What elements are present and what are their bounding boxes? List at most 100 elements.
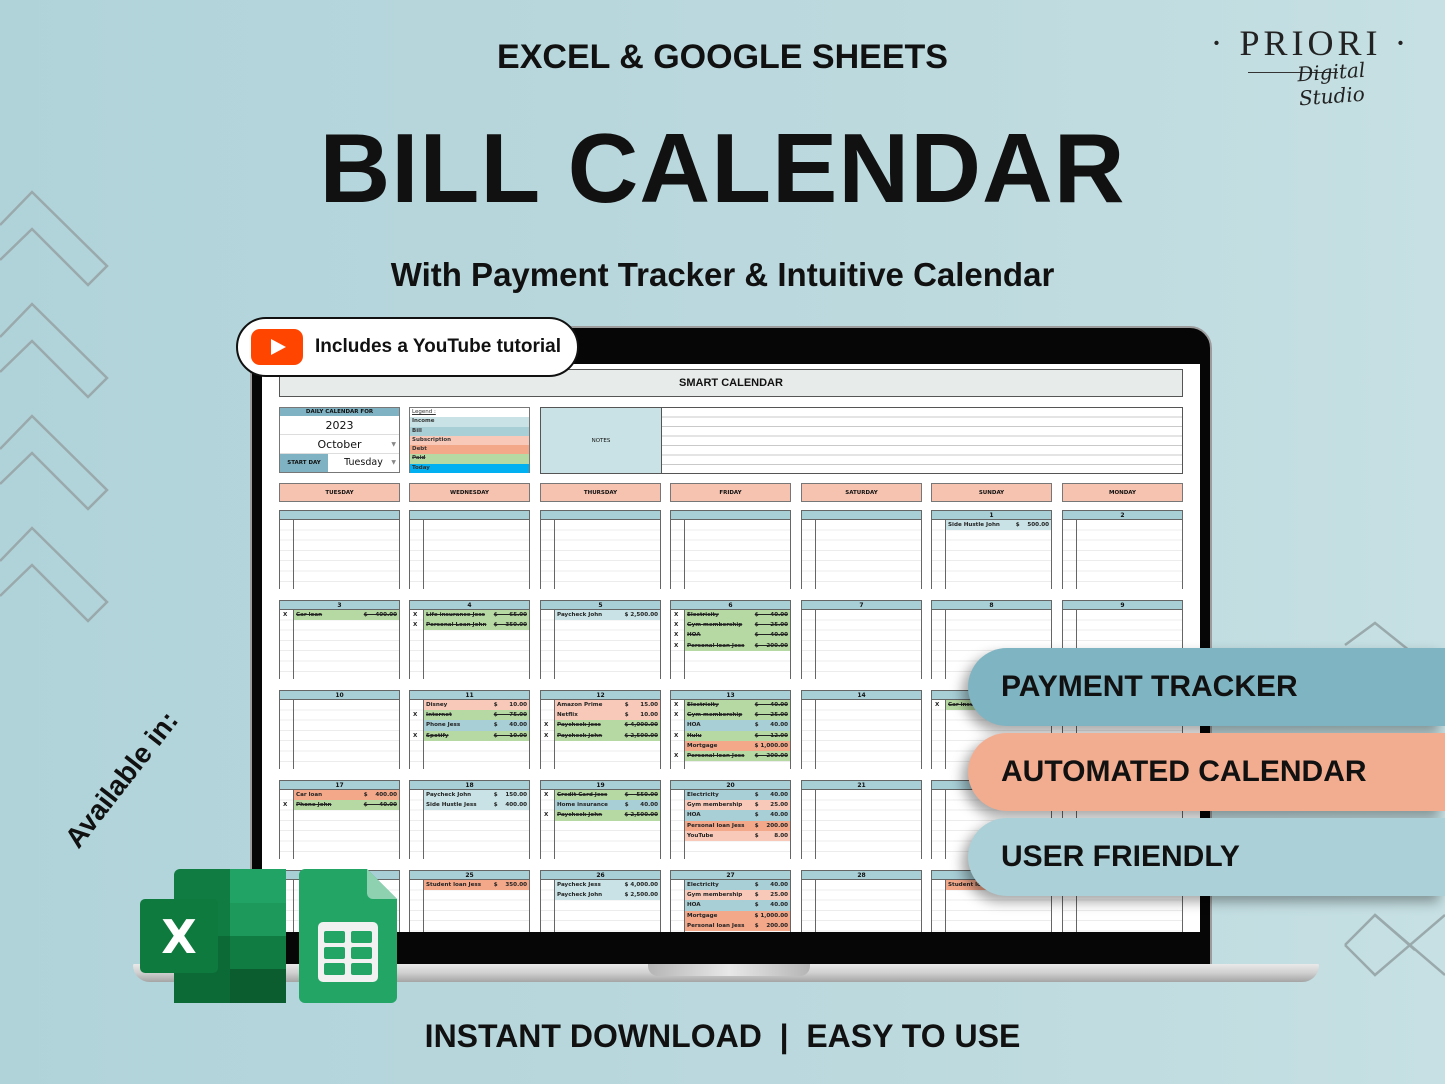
bill-entry[interactable]: Gym membership $ 25.00: [685, 890, 790, 901]
calendar-day-cell[interactable]: 11 Disney $ 10.00 X Internet $ 75.00 Phone Jes…: [409, 690, 530, 769]
bill-entry[interactable]: Disney $ 10.00: [424, 700, 529, 711]
paid-check-column[interactable]: [1063, 520, 1077, 589]
paid-check-column[interactable]: [932, 610, 946, 679]
bill-entry[interactable]: X Personal loan Jess $ 200.00: [674, 750, 790, 762]
paid-check-column[interactable]: [671, 880, 685, 932]
calendar-day-cell[interactable]: 17 Car loan $ 400.00 X Phone John $ 40.00: [279, 780, 400, 859]
bill-entry[interactable]: Side Hustle Jess $ 400.00: [424, 800, 529, 811]
paid-check-column[interactable]: [280, 610, 294, 679]
paid-check-column[interactable]: [410, 880, 424, 932]
calendar-day-cell[interactable]: 18 Paycheck John $ 150.00 Side Hustle Jess $…: [409, 780, 530, 859]
bill-entry[interactable]: Amazon Prime $ 15.00: [555, 700, 660, 711]
calendar-day-cell[interactable]: 27 Electricity $ 40.00 Gym membership $ 25.0…: [670, 870, 791, 932]
calendar-day-cell[interactable]: 3 X Car loan $ 400.00: [279, 600, 400, 679]
bill-entry[interactable]: Paycheck Jess $ 4,000.00: [555, 880, 660, 891]
bill-entry[interactable]: Gym membership $ 25.00: [685, 800, 790, 811]
bill-entry[interactable]: X Phone John $ 40.00: [283, 800, 399, 811]
paid-check-column[interactable]: [671, 790, 685, 859]
bill-entry[interactable]: X Gym membership $ 25.00: [674, 620, 790, 631]
calendar-day-cell[interactable]: 12 Amazon Prime $ 15.00 Netflix $ 10.00 X Payc…: [540, 690, 661, 769]
paid-mark-icon[interactable]: X: [674, 620, 678, 630]
start-day-select[interactable]: Tuesday ▼: [328, 454, 399, 472]
bill-entry[interactable]: Paycheck John $ 2,500.00: [555, 890, 660, 901]
youtube-tutorial-badge[interactable]: Includes a YouTube tutorial: [236, 317, 579, 377]
paid-check-column[interactable]: [932, 700, 946, 769]
paid-mark-icon[interactable]: X: [935, 700, 939, 710]
calendar-day-cell[interactable]: 21: [801, 780, 922, 859]
bill-entry[interactable]: X Internet $ 75.00: [413, 710, 529, 721]
bill-entry[interactable]: Electricity $ 40.00: [685, 880, 790, 891]
paid-check-column[interactable]: [802, 520, 816, 589]
bill-entry[interactable]: Student loan Jess $ 350.00: [424, 880, 529, 891]
paid-mark-icon[interactable]: X: [544, 810, 548, 820]
bill-entry[interactable]: Side Hustle John $ 500.00: [946, 520, 1051, 531]
paid-mark-icon[interactable]: X: [674, 700, 678, 710]
paid-check-column[interactable]: [541, 610, 555, 679]
paid-mark-icon[interactable]: X: [413, 620, 417, 630]
calendar-day-cell[interactable]: [670, 510, 791, 589]
bill-entry[interactable]: Phone Jess $ 40.00: [424, 720, 529, 731]
bill-entry[interactable]: X Electricity $ 40.00: [674, 610, 790, 621]
bill-entry[interactable]: X Personal loan Jess $ 200.00: [674, 640, 790, 651]
paid-mark-icon[interactable]: X: [674, 731, 678, 741]
bill-entry[interactable]: Mortgage $ 1,000.00: [685, 740, 790, 751]
calendar-day-cell[interactable]: 13 X Electricity $ 40.00 X Gym membership $ 25…: [670, 690, 791, 769]
paid-mark-icon[interactable]: X: [544, 790, 548, 800]
paid-mark-icon[interactable]: X: [413, 731, 417, 741]
paid-check-column[interactable]: [280, 520, 294, 589]
paid-check-column[interactable]: [410, 520, 424, 589]
paid-mark-icon[interactable]: X: [674, 710, 678, 720]
bill-entry[interactable]: HOA $ 40.00: [685, 900, 790, 911]
bill-entry[interactable]: Personal loan Jess $ 200.00: [685, 820, 790, 831]
bill-entry[interactable]: X Life insurance Jess $ 65.00: [413, 610, 529, 621]
paid-mark-icon[interactable]: X: [544, 731, 548, 741]
calendar-day-cell[interactable]: 28: [801, 870, 922, 932]
paid-check-column[interactable]: [932, 520, 946, 589]
calendar-day-cell[interactable]: 7: [801, 600, 922, 679]
calendar-day-cell[interactable]: 1 Side Hustle John $ 500.00: [931, 510, 1052, 589]
notes-input[interactable]: [662, 408, 1182, 473]
calendar-day-cell[interactable]: 14: [801, 690, 922, 769]
paid-mark-icon[interactable]: X: [413, 710, 417, 720]
paid-mark-icon[interactable]: X: [283, 610, 287, 620]
bill-entry[interactable]: X Hulu $ 12.00: [674, 730, 790, 741]
calendar-day-cell[interactable]: 26 Paycheck Jess $ 4,000.00 Paycheck John $ …: [540, 870, 661, 932]
calendar-day-cell[interactable]: 6 X Electricity $ 40.00 X Gym membership $ 25.…: [670, 600, 791, 679]
bill-entry[interactable]: X HOA $ 40.00: [674, 630, 790, 641]
dropdown-arrow-icon[interactable]: ▼: [391, 435, 396, 454]
bill-entry[interactable]: X Personal Loan John $ 350.00: [413, 620, 529, 631]
paid-mark-icon[interactable]: X: [544, 720, 548, 730]
calendar-day-cell[interactable]: 20 Electricity $ 40.00 Gym membership $ 25.0…: [670, 780, 791, 859]
bill-entry[interactable]: Paycheck John $ 150.00: [424, 790, 529, 801]
bill-entry[interactable]: X Spotify $ 10.00: [413, 730, 529, 741]
paid-check-column[interactable]: [932, 880, 946, 932]
bill-entry[interactable]: HOA $ 40.00: [685, 720, 790, 731]
calendar-day-cell[interactable]: 4 X Life insurance Jess $ 65.00 X Personal Lo…: [409, 600, 530, 679]
calendar-day-cell[interactable]: [279, 510, 400, 589]
paid-check-column[interactable]: [541, 520, 555, 589]
paid-check-column[interactable]: [671, 520, 685, 589]
paid-check-column[interactable]: [802, 790, 816, 859]
calendar-day-cell[interactable]: 5 Paycheck John $ 2,500.00: [540, 600, 661, 679]
bill-entry[interactable]: HOA $ 40.00: [685, 810, 790, 821]
bill-entry[interactable]: X Paycheck John $ 2,500.00: [544, 810, 660, 821]
calendar-day-cell[interactable]: 19 X Credit Card Jess $ 550.00 Home insuranc…: [540, 780, 661, 859]
bill-entry[interactable]: X Car loan $ 400.00: [283, 610, 399, 621]
paid-mark-icon[interactable]: X: [674, 641, 678, 651]
bill-entry[interactable]: X Credit Card Jess $ 550.00: [544, 790, 660, 801]
paid-mark-icon[interactable]: X: [283, 800, 287, 810]
calendar-day-cell[interactable]: 10: [279, 690, 400, 769]
calendar-day-cell[interactable]: [409, 510, 530, 589]
bill-entry[interactable]: Paycheck John $ 2,500.00: [555, 610, 660, 621]
bill-entry[interactable]: Netflix $ 10.00: [555, 710, 660, 721]
bill-entry[interactable]: X Paycheck Jess $ 4,000.00: [544, 720, 660, 731]
bill-entry[interactable]: YouTube $ 8.00: [685, 830, 790, 841]
year-input[interactable]: 2023: [280, 416, 399, 435]
paid-check-column[interactable]: [410, 790, 424, 859]
bill-entry[interactable]: Electricity $ 40.00: [685, 790, 790, 801]
calendar-day-cell[interactable]: 25 Student loan Jess $ 350.00: [409, 870, 530, 932]
bill-entry[interactable]: X Paycheck John $ 2,500.00: [544, 730, 660, 741]
dropdown-arrow-icon[interactable]: ▼: [391, 454, 396, 472]
paid-check-column[interactable]: [802, 880, 816, 932]
calendar-day-cell[interactable]: [801, 510, 922, 589]
